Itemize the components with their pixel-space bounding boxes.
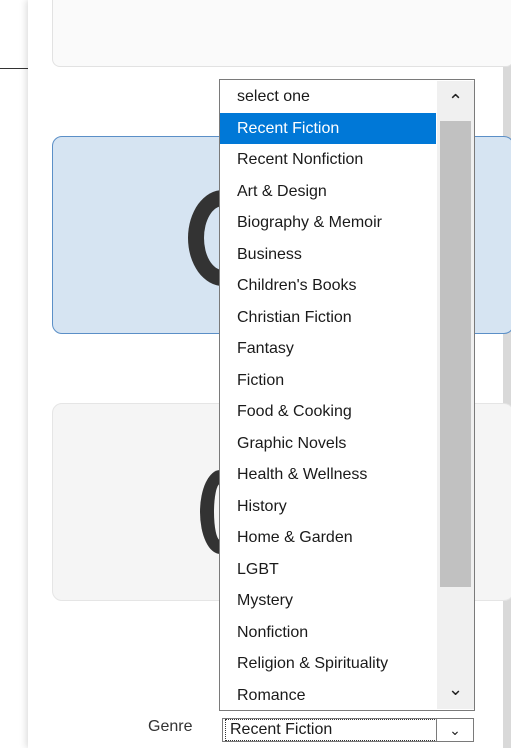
genre-label: Genre bbox=[148, 718, 193, 735]
scrollbar-thumb[interactable] bbox=[440, 121, 471, 587]
dropdown-option[interactable]: Romance bbox=[220, 680, 436, 712]
genre-select-value: Recent Fiction bbox=[225, 719, 437, 741]
dropdown-option[interactable]: Art & Design bbox=[220, 176, 436, 208]
dropdown-option[interactable]: Home & Garden bbox=[220, 522, 436, 554]
dropdown-option[interactable]: Fantasy bbox=[220, 333, 436, 365]
dropdown-option[interactable]: Biography & Memoir bbox=[220, 207, 436, 239]
left-gutter bbox=[0, 0, 28, 748]
dropdown-option[interactable]: Graphic Novels bbox=[220, 428, 436, 460]
top-card bbox=[52, 0, 511, 67]
dropdown-scrollbar[interactable]: ⌃ ⌄ bbox=[437, 81, 474, 709]
dropdown-option[interactable]: Christian Fiction bbox=[220, 302, 436, 334]
dropdown-option[interactable]: Food & Cooking bbox=[220, 396, 436, 428]
dropdown-option[interactable]: Health & Wellness bbox=[220, 459, 436, 491]
right-shade bbox=[503, 0, 511, 748]
dropdown-option[interactable]: select one bbox=[220, 81, 436, 113]
chevron-down-icon[interactable]: ⌄ bbox=[436, 719, 473, 741]
dropdown-option[interactable]: Mystery bbox=[220, 585, 436, 617]
dropdown-option[interactable]: Nonfiction bbox=[220, 617, 436, 649]
chevron-down-icon[interactable]: ⌄ bbox=[437, 669, 474, 709]
genre-select[interactable]: Recent Fiction ⌄ bbox=[222, 718, 474, 742]
dropdown-option[interactable]: Recent Fiction bbox=[220, 112, 436, 144]
genre-dropdown-list[interactable]: select one Recent Fiction Recent Nonfict… bbox=[219, 79, 475, 711]
chevron-up-icon[interactable]: ⌃ bbox=[437, 81, 474, 121]
dropdown-option[interactable]: Religion & Spirituality bbox=[220, 648, 436, 680]
dropdown-option[interactable]: Recent Nonfiction bbox=[220, 144, 436, 176]
dropdown-option[interactable]: Business bbox=[220, 239, 436, 271]
divider-line bbox=[0, 68, 30, 69]
dropdown-option[interactable]: Children's Books bbox=[220, 270, 436, 302]
dropdown-option[interactable]: History bbox=[220, 491, 436, 523]
option-list: select one Recent Fiction Recent Nonfict… bbox=[220, 81, 436, 711]
dropdown-option[interactable]: Fiction bbox=[220, 365, 436, 397]
dropdown-option[interactable]: LGBT bbox=[220, 554, 436, 586]
